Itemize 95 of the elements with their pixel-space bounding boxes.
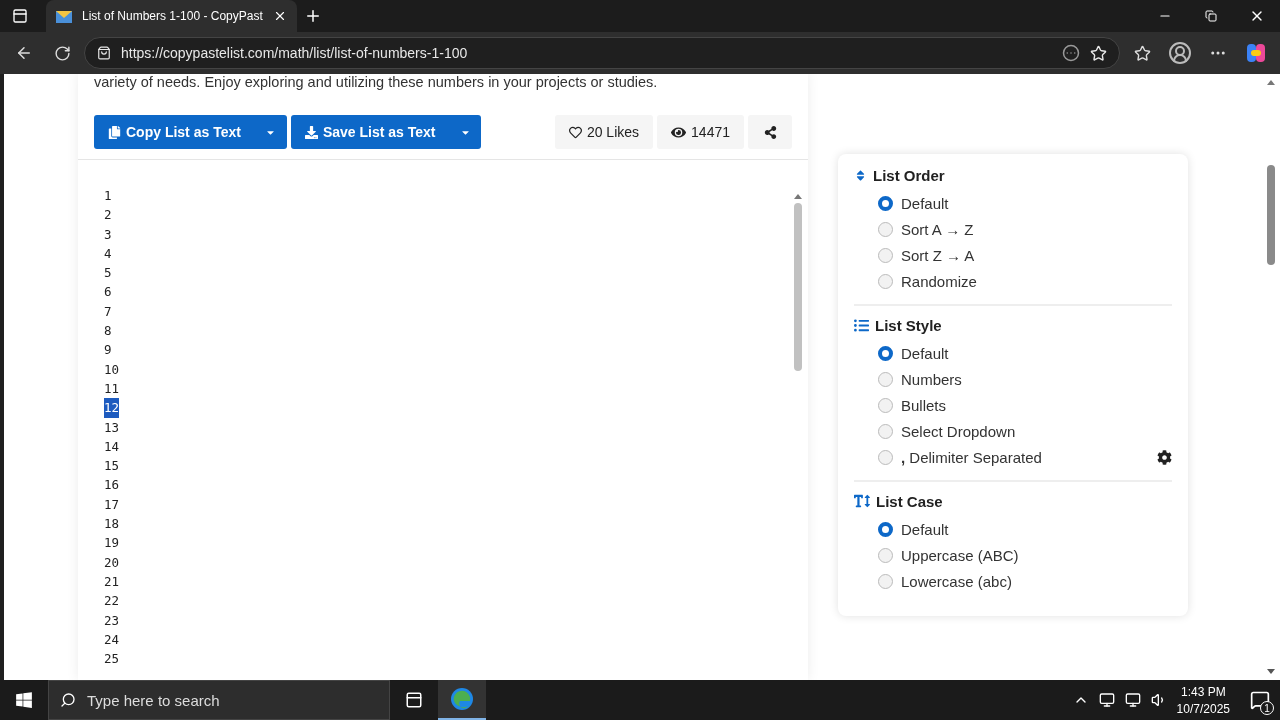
radio-button[interactable] (878, 573, 893, 589)
list-line: 24 (104, 630, 120, 649)
network-icon[interactable] (1124, 692, 1141, 708)
taskbar-search-field[interactable]: Type here to search (48, 680, 390, 720)
radio-button[interactable] (878, 521, 893, 537)
radio-button[interactable] (878, 247, 893, 263)
notification-badge: 1 (1260, 701, 1274, 715)
list-line: 5 (104, 264, 112, 283)
list-line: 1 (104, 187, 112, 205)
heart-icon (568, 125, 582, 139)
scroll-up-icon[interactable] (794, 194, 802, 199)
views-counter[interactable]: 14471 (657, 115, 744, 149)
list-line: 23 (104, 611, 120, 630)
list-line: 25 (104, 650, 120, 669)
list-line: 20 (104, 553, 120, 572)
monitor-icon[interactable] (1098, 692, 1115, 708)
list-line: 19 (104, 534, 120, 553)
radio-button[interactable] (878, 345, 893, 361)
refresh-icon[interactable] (53, 44, 71, 62)
option-label[interactable]: Sort A → Z (901, 220, 1172, 238)
scrollbar-thumb[interactable] (1267, 165, 1275, 265)
browser-logo-icon (450, 687, 474, 711)
download-icon (304, 125, 318, 139)
sort-icon (854, 168, 867, 182)
list-line: 13 (104, 418, 120, 437)
envelope-icon (56, 9, 72, 23)
notifications-icon[interactable] (1250, 690, 1270, 710)
more-circle-icon[interactable] (1062, 44, 1080, 62)
list-line: 3 (104, 225, 112, 244)
restore-icon[interactable] (1205, 10, 1217, 22)
tab-title: List of Numbers 1-100 - CopyPast (82, 9, 263, 23)
list-line: 21 (104, 572, 120, 591)
option-label[interactable]: Select Dropdown (901, 422, 1172, 440)
list-line: 4 (104, 244, 112, 263)
radio-button[interactable] (878, 449, 893, 465)
list-line: 6 (104, 283, 112, 302)
share-button[interactable] (748, 115, 792, 149)
tab-actions-icon[interactable] (12, 8, 28, 24)
option-label[interactable]: Randomize (901, 272, 1172, 290)
search-icon (60, 692, 76, 708)
text-height-icon (854, 493, 870, 509)
option-label[interactable]: , Delimiter Separated (901, 448, 1149, 466)
windows-icon[interactable] (15, 691, 33, 709)
section-title: List Case (876, 492, 943, 510)
list-line: 18 (104, 515, 120, 534)
option-label[interactable]: Bullets (901, 396, 1172, 414)
task-view-icon[interactable] (405, 691, 423, 709)
list-line: 8 (104, 322, 112, 341)
share-icon (763, 125, 777, 139)
profile-icon[interactable] (1168, 41, 1192, 65)
browser-taskbar-button[interactable] (438, 680, 486, 720)
section-title: List Style (875, 316, 942, 334)
list-line: 7 (104, 302, 112, 321)
option-label[interactable]: Uppercase (ABC) (901, 546, 1172, 564)
list-icon (854, 317, 869, 333)
option-label[interactable]: Default (901, 194, 1172, 212)
intro-text: variety of needs. Enjoy exploring and utilizing these numbers in your projects or studies. (93, 74, 659, 90)
radio-button[interactable] (878, 423, 893, 439)
option-label[interactable]: Numbers (901, 370, 1172, 388)
list-line: 14 (104, 437, 120, 456)
list-line: 16 (104, 476, 120, 495)
radio-button[interactable] (878, 273, 893, 289)
scroll-down-icon[interactable] (1267, 669, 1275, 674)
list-line: 11 (104, 379, 120, 398)
list-line: 15 (104, 457, 120, 476)
bag-icon (97, 46, 111, 60)
radio-button[interactable] (878, 371, 893, 387)
option-label[interactable]: Sort Z → A (901, 246, 1172, 264)
address-bar[interactable]: https://copypastelist.com/math/list/list-of-numbers-1-100 (84, 37, 1120, 69)
list-line: 2 (104, 206, 112, 225)
option-label[interactable]: Default (901, 520, 1172, 538)
favorites-icon[interactable] (1133, 44, 1151, 62)
radio-button[interactable] (878, 397, 893, 413)
likes-button[interactable]: 20 Likes (554, 115, 654, 149)
copilot-icon[interactable] (1245, 42, 1267, 64)
list-line: 17 (104, 495, 120, 514)
scroll-up-icon[interactable] (1267, 80, 1275, 85)
clock-date: 10/7/2025 (1176, 701, 1230, 716)
back-icon[interactable] (15, 44, 33, 62)
browser-tab[interactable]: List of Numbers 1-100 - CopyPast (46, 0, 297, 32)
copy-icon (108, 125, 121, 139)
list-line: 22 (104, 592, 120, 611)
list-line: 10 (104, 360, 120, 379)
url-text: https://copypastelist.com/math/list/list-of-numbers-1-100 (121, 45, 469, 61)
radio-button[interactable] (878, 195, 893, 211)
radio-button[interactable] (878, 221, 893, 237)
option-label[interactable]: Lowercase (abc) (901, 572, 1172, 590)
option-label[interactable]: Default (901, 344, 1172, 362)
list-line: 9 (104, 341, 112, 360)
radio-button[interactable] (878, 547, 893, 563)
settings-icon[interactable] (1157, 449, 1172, 465)
section-title: List Order (873, 166, 945, 184)
clock-time: 1:43 PM (1180, 684, 1226, 699)
star-icon[interactable] (1090, 44, 1107, 62)
scrollbar-thumb[interactable] (794, 203, 802, 371)
